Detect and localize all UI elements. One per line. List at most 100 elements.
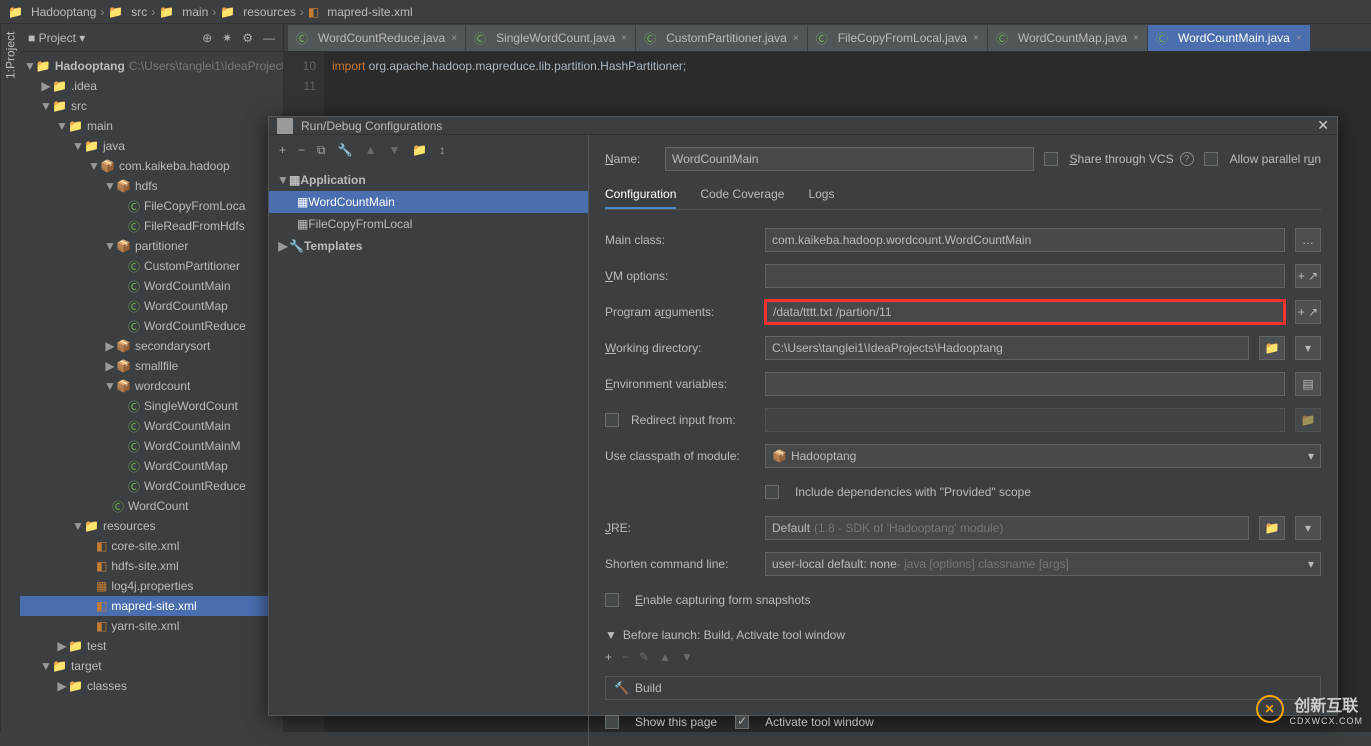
shorten-select[interactable]: user-local default: none - java [options…: [765, 552, 1321, 576]
config-tabs: Configuration Code Coverage Logs: [605, 181, 1321, 210]
jre-select[interactable]: Default (1.8 - SDK of 'Hadooptang' modul…: [765, 516, 1249, 540]
expand-button[interactable]: + ↗: [1295, 264, 1321, 288]
parallel-checkbox[interactable]: [1204, 152, 1218, 166]
share-checkbox[interactable]: [1044, 152, 1058, 166]
close-icon[interactable]: ×: [1296, 33, 1302, 44]
folder-icon[interactable]: 📁: [1259, 516, 1285, 540]
env-label: Environment variables:: [605, 377, 755, 391]
folder-icon[interactable]: 📁: [1259, 336, 1285, 360]
breadcrumb-item[interactable]: 📁Hadooptang: [8, 5, 96, 19]
close-icon[interactable]: ×: [793, 33, 799, 44]
breadcrumb-item[interactable]: 📁main: [159, 5, 208, 19]
list-icon[interactable]: ▤: [1295, 372, 1321, 396]
edit-icon[interactable]: ✎: [639, 650, 649, 664]
help-icon[interactable]: ?: [1180, 152, 1194, 166]
chevron-right-icon: ›: [151, 5, 155, 19]
jre-label: JRE:: [605, 521, 755, 535]
env-input[interactable]: [765, 372, 1285, 396]
project-tree[interactable]: ▼📁Hadooptang C:\Users\tanglei1\IdeaProje…: [20, 52, 283, 732]
up-icon[interactable]: ▲: [659, 650, 671, 664]
chevron-right-icon: ›: [100, 5, 104, 19]
main-class-label: Main class:: [605, 233, 755, 247]
add-icon[interactable]: +: [279, 143, 286, 157]
editor-tab[interactable]: ⒸSingleWordCount.java×: [466, 25, 636, 51]
up-icon[interactable]: ▲: [365, 143, 377, 157]
app-icon: [277, 118, 293, 134]
name-label: Name:: [605, 152, 655, 166]
breadcrumb: 📁Hadooptang › 📁src › 📁main › 📁resources …: [0, 0, 1371, 24]
include-deps-checkbox[interactable]: [765, 485, 779, 499]
watermark: ✕ 创新互联 CDXWCX.COM: [1256, 692, 1364, 726]
project-panel: ■ Project ▾ ⊕ ✷ ⚙ — ▼📁Hadooptang C:\User…: [20, 24, 284, 732]
close-icon[interactable]: ×: [451, 33, 457, 44]
browse-button[interactable]: …: [1295, 228, 1321, 252]
dropdown-icon[interactable]: ▾: [1295, 336, 1321, 360]
program-args-label: Program arguments:: [605, 305, 755, 319]
breadcrumb-item[interactable]: 📁src: [108, 5, 147, 19]
shorten-label: Shorten command line:: [605, 557, 755, 571]
folder-icon: 📁: [1295, 408, 1321, 432]
project-panel-title: ■ Project ▾: [28, 31, 85, 45]
remove-icon[interactable]: −: [298, 143, 305, 157]
redirect-label: Redirect input from:: [605, 413, 755, 427]
main-class-input[interactable]: [765, 228, 1285, 252]
gear-icon[interactable]: ⚙: [242, 31, 253, 45]
chevron-right-icon: ›: [212, 5, 216, 19]
working-dir-input[interactable]: [765, 336, 1249, 360]
vm-options-label: VM options:: [605, 269, 755, 283]
editor-tab[interactable]: ⒸWordCountMap.java×: [988, 25, 1148, 51]
redirect-checkbox[interactable]: [605, 413, 619, 427]
sidebar-tab-project[interactable]: 1:Project: [0, 24, 20, 732]
down-icon[interactable]: ▼: [681, 650, 693, 664]
config-toolbar: + − ⧉ 🔧 ▲ ▼ 📁 ↕: [269, 135, 588, 165]
wrench-icon[interactable]: 🔧: [338, 143, 353, 157]
config-tree[interactable]: ▼▦ Application ▦ WordCountMain ▦ FileCop…: [269, 165, 588, 746]
editor-tab[interactable]: ⒸCustomPartitioner.java×: [636, 25, 808, 51]
name-input[interactable]: [665, 147, 1034, 171]
snapshots-label: Enable capturing form snapshots: [635, 593, 810, 607]
add-icon[interactable]: +: [605, 650, 612, 664]
breadcrumb-item[interactable]: ◧mapred-site.xml: [308, 5, 413, 19]
snapshots-checkbox[interactable]: [605, 593, 619, 607]
program-args-input[interactable]: [765, 300, 1285, 324]
vm-options-input[interactable]: [765, 264, 1285, 288]
parallel-label: Allow parallel run: [1230, 152, 1321, 166]
expand-button[interactable]: + ↗: [1295, 300, 1321, 324]
chevron-right-icon: ›: [300, 5, 304, 19]
run-debug-config-dialog: Run/Debug Configurations ✕ + − ⧉ 🔧 ▲ ▼ 📁…: [268, 116, 1338, 716]
close-icon[interactable]: ×: [621, 33, 627, 44]
before-launch-header[interactable]: ▼ Before launch: Build, Activate tool wi…: [605, 628, 1321, 642]
classpath-label: Use classpath of module:: [605, 449, 755, 463]
activate-checkbox[interactable]: [735, 715, 749, 729]
sort-icon[interactable]: ↕: [439, 143, 445, 157]
activate-label: Activate tool window: [765, 715, 874, 729]
watermark-logo: ✕: [1256, 695, 1284, 723]
folder-icon[interactable]: 📁: [412, 143, 427, 157]
remove-icon[interactable]: −: [622, 650, 629, 664]
close-icon[interactable]: ×: [973, 33, 979, 44]
breadcrumb-item[interactable]: 📁resources: [220, 5, 296, 19]
working-dir-label: Working directory:: [605, 341, 755, 355]
close-icon[interactable]: ×: [1133, 33, 1139, 44]
classpath-select[interactable]: 📦 Hadooptang▾: [765, 444, 1321, 468]
tab-logs[interactable]: Logs: [808, 181, 834, 209]
down-icon[interactable]: ▼: [388, 143, 400, 157]
hammer-icon: 🔨: [614, 681, 629, 695]
locate-icon[interactable]: ⊕: [202, 31, 212, 45]
copy-icon[interactable]: ⧉: [317, 143, 326, 158]
dialog-titlebar[interactable]: Run/Debug Configurations ✕: [269, 117, 1337, 135]
include-deps-label: Include dependencies with "Provided" sco…: [795, 485, 1031, 499]
redirect-input: [765, 408, 1285, 432]
close-icon[interactable]: ✕: [1317, 117, 1329, 134]
collapse-icon[interactable]: —: [263, 31, 275, 45]
expand-icon[interactable]: ✷: [222, 31, 232, 45]
show-page-checkbox[interactable]: [605, 715, 619, 729]
tab-configuration[interactable]: Configuration: [605, 181, 676, 209]
editor-tab-active[interactable]: ⒸWordCountMain.java×: [1148, 25, 1311, 51]
editor-tab[interactable]: ⒸFileCopyFromLocal.java×: [808, 25, 988, 51]
build-task[interactable]: 🔨 Build: [605, 676, 1321, 700]
tab-coverage[interactable]: Code Coverage: [700, 181, 784, 209]
dropdown-icon[interactable]: ▾: [1295, 516, 1321, 540]
editor-tab[interactable]: ⒸWordCountReduce.java×: [288, 25, 466, 51]
editor-tabs: ⒸWordCountReduce.java× ⒸSingleWordCount.…: [284, 24, 1371, 52]
